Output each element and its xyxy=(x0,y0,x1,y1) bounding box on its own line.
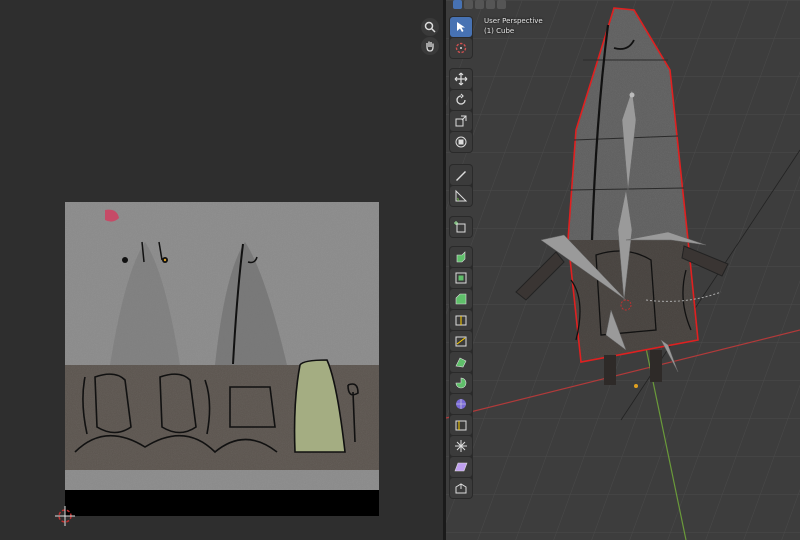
viewport-perspective-label: User Perspective xyxy=(484,17,543,25)
toolbar-group-1 xyxy=(449,68,473,153)
edge-slide-icon xyxy=(455,420,467,431)
loop-cut-tool[interactable] xyxy=(450,310,472,330)
select-box-icon xyxy=(457,22,465,32)
shear-icon xyxy=(454,462,468,472)
toolbar-group-2 xyxy=(449,164,473,207)
knife-icon xyxy=(455,336,467,347)
cursor-icon xyxy=(455,42,467,54)
bevel-tool[interactable] xyxy=(450,289,472,309)
move-tool[interactable] xyxy=(450,69,472,89)
3d-viewport[interactable] xyxy=(446,0,800,540)
scale-tool[interactable] xyxy=(450,111,472,131)
rotate-icon xyxy=(456,93,466,105)
cursor-tool[interactable] xyxy=(450,38,472,58)
viewport-scene[interactable] xyxy=(446,0,800,540)
extrude-region-icon xyxy=(456,251,466,263)
select-mode-extend-icon[interactable] xyxy=(464,0,473,9)
spin-icon xyxy=(455,377,467,389)
select-mode-new-icon[interactable] xyxy=(453,0,462,9)
poly-build-tool[interactable] xyxy=(450,352,472,372)
select-mode-subtract-icon[interactable] xyxy=(475,0,484,9)
select-mode-intersect-icon[interactable] xyxy=(497,0,506,9)
inset-faces-tool[interactable] xyxy=(450,268,472,288)
add-cube-tool[interactable] xyxy=(450,217,472,237)
knife-tool[interactable] xyxy=(450,331,472,351)
poly-build-icon xyxy=(455,357,467,368)
smooth-icon xyxy=(456,399,466,409)
transform-icon xyxy=(455,136,467,148)
add-cube-icon xyxy=(454,221,466,233)
transform-tool[interactable] xyxy=(450,132,472,152)
scale-icon xyxy=(455,115,467,127)
annotate-tool[interactable] xyxy=(450,165,472,185)
uv-texture-image[interactable] xyxy=(65,202,379,516)
zoom-icon[interactable] xyxy=(421,18,439,36)
edge-slide-tool[interactable] xyxy=(450,415,472,435)
shrink-fatten-tool[interactable] xyxy=(450,436,472,456)
toolbar-group-4 xyxy=(449,246,473,499)
viewport-object-label: (1) Cube xyxy=(484,27,515,35)
move-icon xyxy=(454,72,468,86)
bevel-icon xyxy=(455,293,467,305)
toolbar-group-3 xyxy=(449,216,473,238)
select-mode-invert-icon[interactable] xyxy=(486,0,495,9)
uv-2d-cursor-icon[interactable] xyxy=(55,506,75,526)
rotate-tool[interactable] xyxy=(450,90,472,110)
hand-pan-icon[interactable] xyxy=(421,37,439,55)
toolbar-group-0 xyxy=(449,16,473,59)
inset-faces-icon xyxy=(455,272,467,284)
shear-tool[interactable] xyxy=(450,457,472,477)
rip-region-tool[interactable] xyxy=(450,478,472,498)
annotate-icon xyxy=(456,171,466,181)
measure-icon xyxy=(455,189,468,202)
smooth-tool[interactable] xyxy=(450,394,472,414)
shrink-fatten-icon xyxy=(455,440,467,452)
spin-tool[interactable] xyxy=(450,373,472,393)
extrude-region-tool[interactable] xyxy=(450,247,472,267)
select-box-tool[interactable] xyxy=(450,17,472,37)
uv-editor-panel[interactable] xyxy=(0,0,443,540)
rip-region-icon xyxy=(455,483,467,494)
measure-tool[interactable] xyxy=(450,186,472,206)
loop-cut-icon xyxy=(455,315,467,326)
